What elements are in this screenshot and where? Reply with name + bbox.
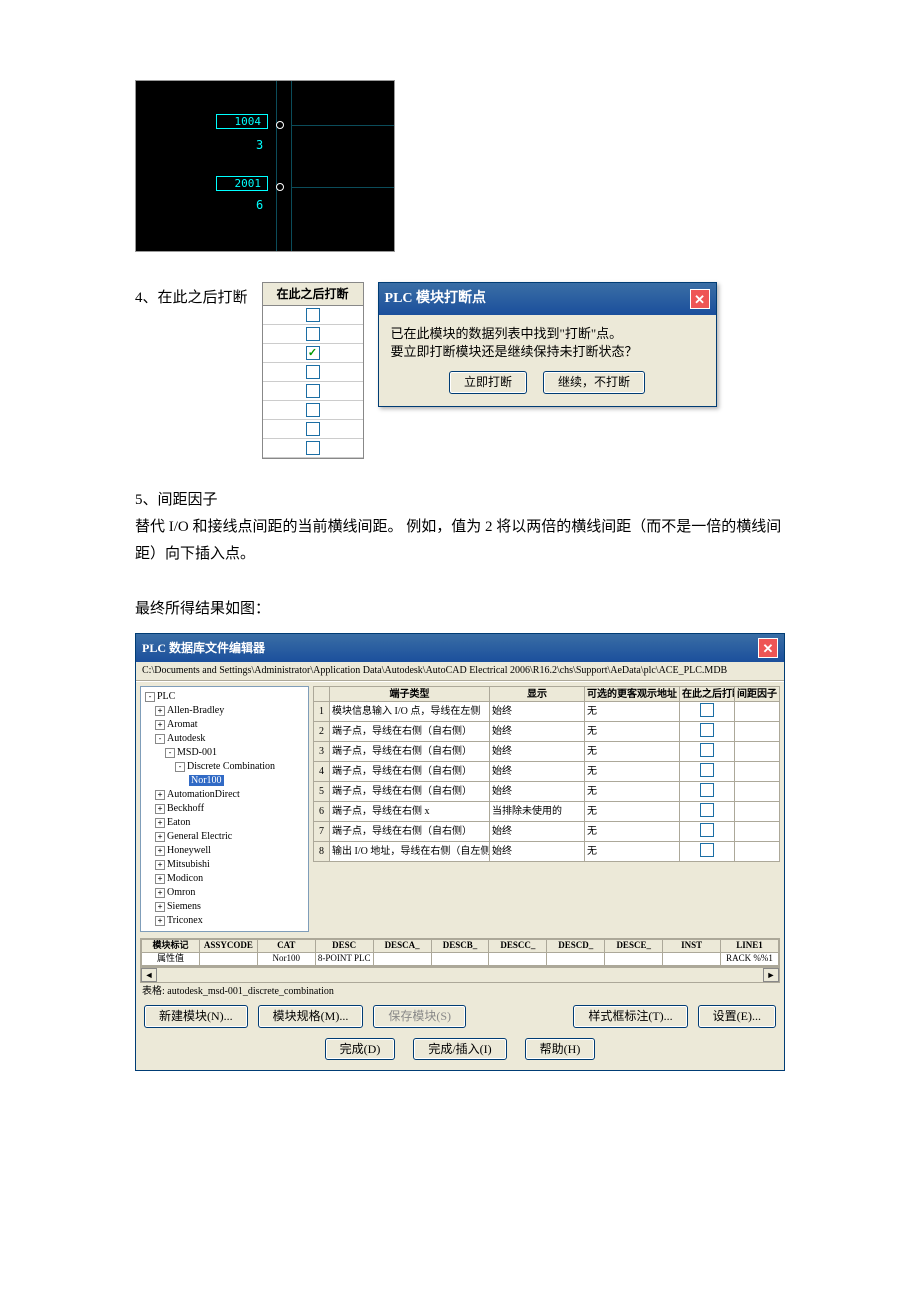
table-name-label: 表格: autodesk_msd-001_discrete_combinatio…	[136, 983, 784, 1001]
table-row[interactable]: 7端子点，导线在右侧（自右侧）始终无	[314, 822, 780, 842]
attr-grid[interactable]: 模块标记ASSYCODECATDESCDESCA_DESCB_DESCC_DES…	[140, 938, 780, 967]
break-check-3[interactable]	[306, 346, 320, 360]
break-check-1[interactable]	[306, 308, 320, 322]
break-check-7[interactable]	[306, 422, 320, 436]
pin-num-2: 6	[256, 199, 263, 211]
close-icon[interactable]: ✕	[690, 289, 710, 309]
module-spec-button[interactable]: 模块规格(M)...	[258, 1005, 364, 1028]
table-row[interactable]: 6端子点，导线在右侧 x当排除未使用的无	[314, 802, 780, 822]
section-4-label: 4、在此之后打断	[135, 282, 248, 307]
wire-tag-1: 1004	[216, 114, 268, 129]
editor-close-icon[interactable]: ✕	[758, 638, 778, 658]
terminal-grid[interactable]: 端子类型 显示 可选的更客观示地址 在此之后打断 间距因子 1模块信息输入 I/…	[313, 686, 780, 862]
continue-button[interactable]: 继续，不打断	[543, 371, 645, 394]
break-check-2[interactable]	[306, 327, 320, 341]
section-5-label: 5、间距因子	[135, 487, 785, 514]
done-insert-button[interactable]: 完成/插入(I)	[413, 1038, 506, 1061]
table-row[interactable]: 1模块信息输入 I/O 点，导线在左侧始终无	[314, 702, 780, 722]
table-row[interactable]: 8输出 I/O 地址，导线在右侧（自左侧）始终无	[314, 842, 780, 862]
save-module-button: 保存模块(S)	[373, 1005, 466, 1028]
cad-screenshot: 1004 2001 3 6	[135, 80, 395, 252]
pin-num-1: 3	[256, 139, 263, 151]
dialog-msg-2: 要立即打断模块还是继续保持未打断状态？	[391, 343, 704, 361]
break-check-5[interactable]	[306, 384, 320, 398]
plc-editor-window: PLC 数据库文件编辑器 ✕ C:\Documents and Settings…	[135, 633, 785, 1071]
tree-selected[interactable]: Nor100	[189, 775, 224, 786]
new-module-button[interactable]: 新建模块(N)...	[144, 1005, 248, 1028]
editor-title: PLC 数据库文件编辑器	[142, 642, 265, 654]
break-after-list: 在此之后打断	[262, 282, 364, 459]
final-result-label: 最终所得结果如图：	[135, 596, 785, 623]
editor-path: C:\Documents and Settings\Administrator\…	[136, 662, 784, 681]
break-check-6[interactable]	[306, 403, 320, 417]
break-list-header: 在此之后打断	[263, 283, 363, 306]
table-row[interactable]: 4端子点，导线在右侧（自右侧）始终无	[314, 762, 780, 782]
scroll-right-icon[interactable]: ►	[763, 968, 779, 982]
scroll-left-icon[interactable]: ◄	[141, 968, 157, 982]
dialog-msg-1: 已在此模块的数据列表中找到"打断"点。	[391, 325, 704, 343]
break-dialog: PLC 模块打断点 ✕ 已在此模块的数据列表中找到"打断"点。 要立即打断模块还…	[378, 282, 717, 407]
h-scrollbar[interactable]: ◄ ►	[140, 967, 780, 983]
break-check-8[interactable]	[306, 441, 320, 455]
break-check-4[interactable]	[306, 365, 320, 379]
help-button[interactable]: 帮助(H)	[525, 1038, 596, 1061]
dialog-title: PLC 模块打断点	[385, 292, 487, 306]
break-now-button[interactable]: 立即打断	[449, 371, 527, 394]
section-5-text: 替代 I/O 和接线点间距的当前横线间距。 例如，值为 2 将以两倍的横线间距（…	[135, 514, 785, 568]
plc-tree[interactable]: -PLC +Allen-Bradley +Aromat -Autodesk -M…	[140, 686, 309, 932]
settings-button[interactable]: 设置(E)...	[698, 1005, 776, 1028]
wire-tag-2: 2001	[216, 176, 268, 191]
done-button[interactable]: 完成(D)	[325, 1038, 396, 1061]
style-button[interactable]: 样式框标注(T)...	[573, 1005, 687, 1028]
table-row[interactable]: 3端子点，导线在右侧（自右侧）始终无	[314, 742, 780, 762]
table-row[interactable]: 2端子点，导线在右侧（自右侧）始终无	[314, 722, 780, 742]
table-row[interactable]: 5端子点，导线在右侧（自右侧）始终无	[314, 782, 780, 802]
